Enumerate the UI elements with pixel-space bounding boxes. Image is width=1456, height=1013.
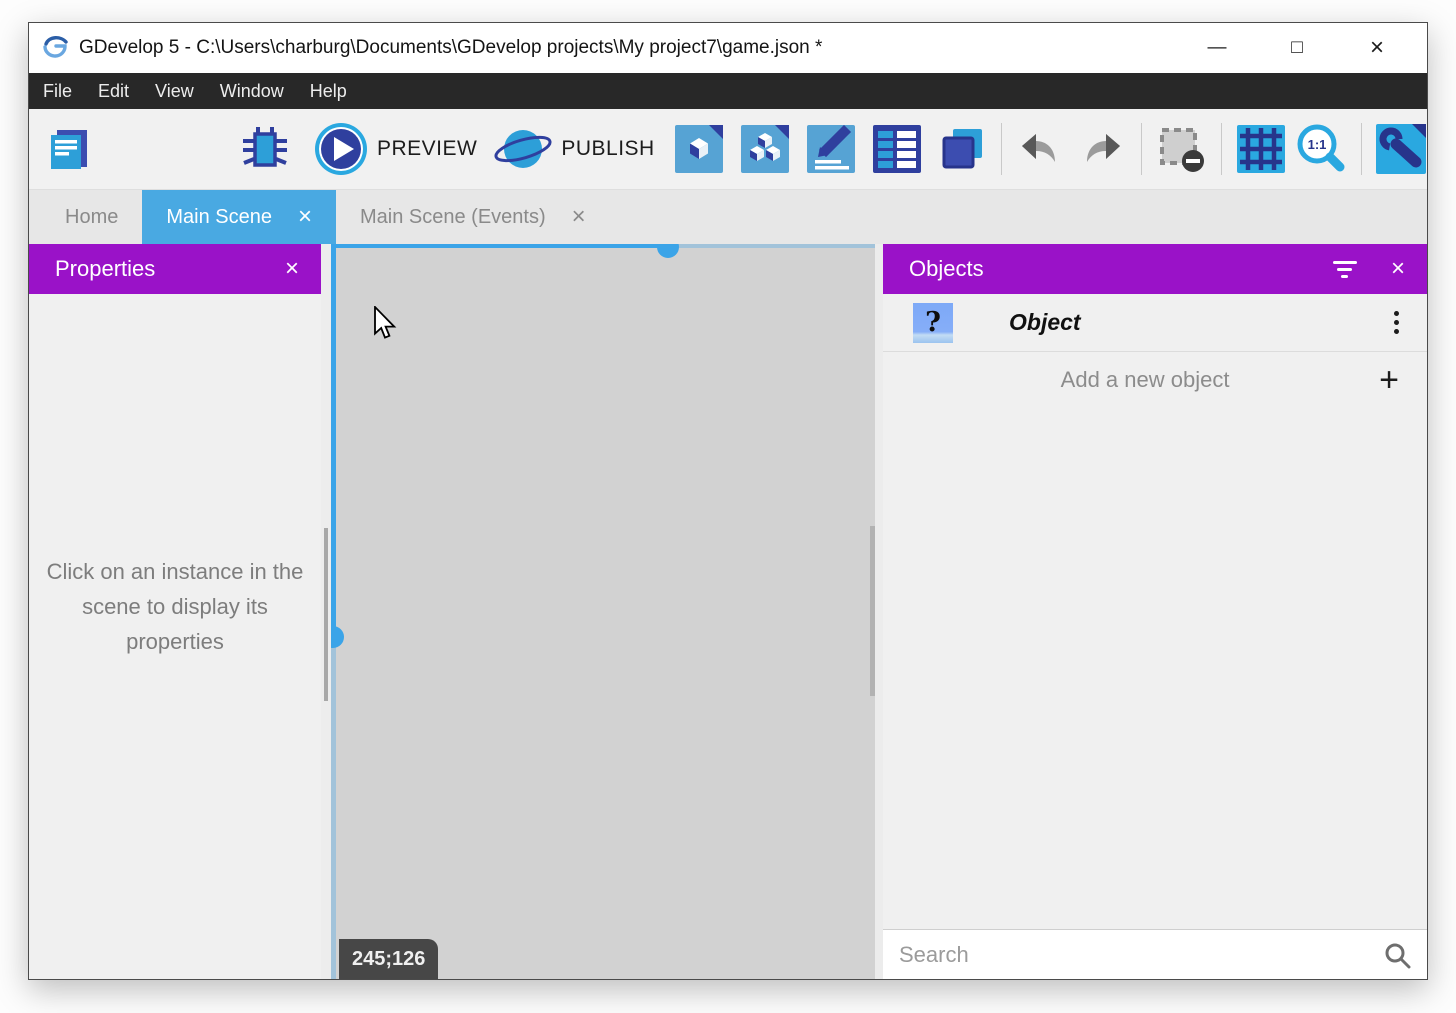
object-name: Object [1009,309,1390,336]
gdevelop-window: GDevelop 5 - C:\Users\charburg\Documents… [28,22,1428,980]
close-button[interactable]: × [1337,34,1417,62]
toolbar-separator [1221,123,1222,175]
tools-button[interactable] [1376,124,1426,174]
tab-bar: Home Main Scene × Main Scene (Events) × [29,189,1427,244]
search-icon[interactable] [1383,941,1411,969]
title-bar: GDevelop 5 - C:\Users\charburg\Documents… [29,23,1427,73]
objects-search-bar [883,929,1427,979]
properties-panel: Properties × Click on an instance in the… [29,244,321,979]
unknown-object-icon: ? [913,303,953,343]
layers-button[interactable] [939,125,987,173]
project-manager-icon [45,125,93,173]
deselect-mask-icon [1157,125,1205,173]
redo-button[interactable] [1081,126,1127,172]
resize-handle-top[interactable] [657,244,679,258]
preview-label: PREVIEW [377,137,477,161]
close-icon[interactable]: × [285,257,299,281]
close-icon[interactable]: × [572,205,586,229]
plus-icon[interactable]: + [1379,363,1399,397]
toolbar-separator [1361,123,1362,175]
toolbar-separator [1141,123,1142,175]
scene-border-left-muted [331,637,336,979]
tools-wrench-icon [1376,124,1426,174]
resize-handle-left[interactable] [331,626,344,648]
publish-globe-icon [493,123,553,175]
undo-button[interactable] [1015,126,1061,172]
events-button[interactable] [873,125,921,173]
scene-canvas[interactable]: 245;126 [331,244,875,979]
properties-body: Click on an instance in the scene to dis… [29,294,321,979]
toolbar: PREVIEW PUBLISH [29,109,1427,189]
search-input[interactable] [899,942,1383,968]
canvas-vertical-scrollbar[interactable] [870,526,875,696]
object-list-item[interactable]: ? Object [883,294,1427,352]
zoom-1-1-icon: 1:1 [1293,121,1349,177]
objects-panel: Objects × ? Object Add a new object + [883,244,1427,979]
object-menu-kebab-icon[interactable] [1390,305,1403,340]
debug-button[interactable] [239,123,291,175]
scene-cube-icon [675,125,723,173]
maximize-button[interactable]: □ [1257,37,1337,59]
zoom-reset-button[interactable]: 1:1 [1293,121,1349,177]
minimize-button[interactable]: — [1177,37,1257,59]
svg-text:1:1: 1:1 [1307,137,1326,152]
instances-button[interactable] [741,125,789,173]
tab-main-scene-events[interactable]: Main Scene (Events) × [336,190,610,244]
vertical-scrollbar[interactable] [324,528,328,701]
scene-editor-button[interactable] [675,125,723,173]
properties-empty-message: Click on an instance in the scene to dis… [43,554,307,660]
tab-home[interactable]: Home [41,190,142,244]
canvas-left-gutter [321,244,331,979]
layers-icon [939,125,987,173]
publish-button[interactable]: PUBLISH [493,123,654,175]
project-manager-button[interactable] [45,125,93,173]
grid-icon [1237,125,1285,173]
redo-icon [1081,126,1127,172]
window-controls: — □ × [1177,23,1417,73]
add-object-label: Add a new object [911,367,1379,393]
grid-button[interactable] [1237,125,1285,173]
gdevelop-logo-icon [41,35,69,61]
tab-main-scene[interactable]: Main Scene × [142,190,336,244]
tab-label: Main Scene (Events) [360,206,546,229]
deselect-button[interactable] [1157,125,1205,173]
properties-title: Properties [55,256,155,282]
objects-list-empty-space [883,407,1427,929]
canvas-right-gutter [875,244,883,979]
debug-icon [239,123,291,175]
scene-properties-button[interactable] [807,125,855,173]
close-icon[interactable]: × [298,205,312,229]
menu-view[interactable]: View [142,81,207,102]
scene-border-top-muted [668,244,875,248]
toolbar-separator [1001,123,1002,175]
events-list-icon [873,125,921,173]
add-object-row[interactable]: Add a new object + [883,352,1427,407]
tab-label: Home [65,206,118,229]
scene-border-top [331,244,668,248]
undo-icon [1015,126,1061,172]
close-icon[interactable]: × [1391,257,1405,281]
menu-window[interactable]: Window [207,81,297,102]
properties-header: Properties × [29,244,321,294]
publish-label: PUBLISH [561,137,654,161]
preview-button[interactable]: PREVIEW [313,121,477,177]
window-title: GDevelop 5 - C:\Users\charburg\Documents… [79,37,822,59]
cursor-coordinates-badge: 245;126 [339,939,438,979]
mouse-cursor-icon [373,306,399,340]
menu-file[interactable]: File [43,81,85,102]
scene-edit-pencil-icon [807,125,855,173]
instances-cubes-icon [741,125,789,173]
menu-bar: File Edit View Window Help [29,73,1427,109]
objects-title: Objects [909,256,984,282]
menu-edit[interactable]: Edit [85,81,142,102]
menu-help[interactable]: Help [297,81,360,102]
tab-label: Main Scene [166,206,272,229]
preview-play-icon [313,121,369,177]
main-area: Properties × Click on an instance in the… [29,244,1427,979]
scene-border-left [331,244,336,637]
objects-header: Objects × [883,244,1427,294]
filter-icon[interactable] [1333,261,1357,278]
